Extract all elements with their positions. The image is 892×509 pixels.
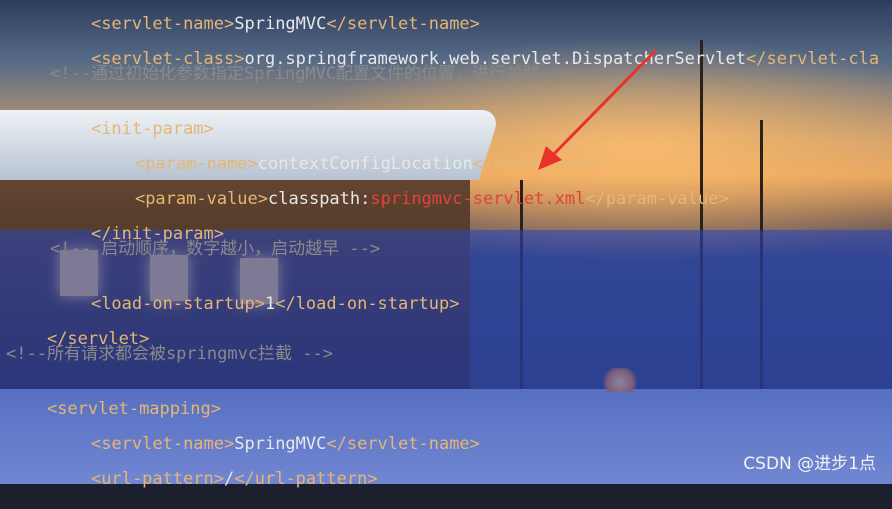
arrow-shaft bbox=[548, 48, 658, 160]
annotation-arrow bbox=[538, 48, 658, 170]
watermark: CSDN @进步1点 bbox=[743, 454, 876, 474]
